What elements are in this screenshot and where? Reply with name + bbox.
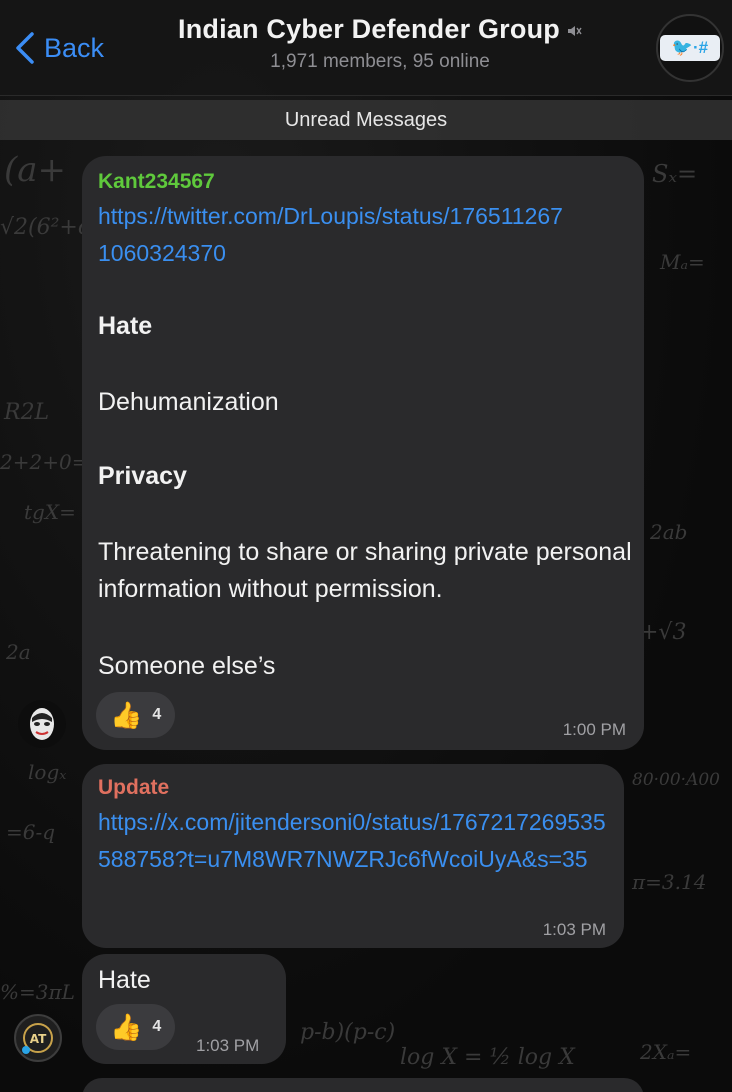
reaction-chip[interactable]: 👍 4 bbox=[96, 692, 176, 738]
wallpaper-doodle: R2L bbox=[4, 400, 50, 425]
member-count: 1,971 members, 95 online bbox=[270, 51, 490, 72]
back-button[interactable]: Back bbox=[14, 28, 104, 68]
wallpaper-doodle: 2a bbox=[6, 640, 31, 664]
wallpaper-doodle: log X = ½ log X bbox=[400, 1045, 575, 1070]
reaction-count: 4 bbox=[152, 1018, 162, 1035]
group-avatar-logo: 🐦·# bbox=[660, 35, 720, 61]
chat-info[interactable]: Indian Cyber Defender Group 1,971 member… bbox=[160, 14, 600, 73]
back-label: Back bbox=[44, 32, 105, 63]
wallpaper-doodle: π=3.14 bbox=[632, 870, 707, 894]
wallpaper-doodle: √2(6²+c bbox=[0, 215, 91, 240]
masked-face-icon bbox=[30, 708, 54, 740]
message-sender[interactable]: Kant234567 bbox=[98, 170, 215, 194]
message-text: Someone else’s bbox=[98, 652, 276, 680]
muted-speaker-icon bbox=[567, 25, 582, 36]
sender-avatar[interactable]: AT bbox=[14, 1014, 62, 1062]
wallpaper-doodle: +√3 bbox=[640, 620, 687, 645]
wallpaper-doodle: 2+2+0= bbox=[0, 450, 89, 474]
message-bubble[interactable]: Kant234567 https://twitter.com/DrLoupis/… bbox=[82, 156, 644, 750]
message-time: 1:03 PM bbox=[196, 1036, 260, 1055]
wallpaper-doodle: 2ab bbox=[650, 520, 688, 544]
chat-title: Indian Cyber Defender Group bbox=[178, 14, 560, 44]
message-bubble-partial[interactable] bbox=[82, 1078, 644, 1092]
chevron-left-icon bbox=[16, 32, 34, 64]
thumbs-up-icon: 👍 bbox=[110, 1012, 143, 1042]
wallpaper-doodle: 80·00·A00 bbox=[632, 770, 720, 790]
sender-avatar[interactable] bbox=[18, 700, 66, 748]
wallpaper-doodle: Sₓ= bbox=[652, 160, 698, 188]
message-sender[interactable]: Update bbox=[98, 776, 169, 800]
thumbs-up-icon: 👍 bbox=[110, 700, 143, 730]
wallpaper-doodle: =6-q bbox=[6, 820, 56, 844]
wallpaper-doodle: (a+ bbox=[4, 150, 67, 190]
wallpaper-doodle: %=3πL bbox=[0, 980, 75, 1004]
message-text: Threatening to share or sharing private … bbox=[98, 538, 632, 603]
message-time: 1:00 PM bbox=[562, 720, 626, 739]
chat-title-row: Indian Cyber Defender Group bbox=[178, 14, 582, 45]
message-bubble[interactable]: Update https://x.com/jitendersoni0/statu… bbox=[82, 764, 624, 948]
message-time: 1:03 PM bbox=[542, 920, 606, 939]
message-text: Privacy bbox=[98, 462, 187, 490]
reaction-chip[interactable]: 👍 4 bbox=[96, 1004, 176, 1050]
unread-messages-banner: Unread Messages bbox=[0, 100, 732, 140]
message-text: Hate bbox=[98, 312, 153, 340]
wallpaper-doodle: p-b)(p-c) bbox=[300, 1020, 396, 1045]
wallpaper-doodle: 2Xₐ= bbox=[640, 1040, 692, 1064]
reaction-count: 4 bbox=[152, 706, 162, 723]
group-avatar[interactable]: 🐦·# bbox=[656, 14, 724, 82]
svg-text:AT: AT bbox=[30, 1032, 47, 1046]
chat-header: Back Indian Cyber Defender Group 1,971 m… bbox=[0, 0, 732, 96]
message-text: Hate bbox=[98, 966, 151, 994]
message-bubble[interactable]: Hate 👍 4 1:03 PM bbox=[82, 954, 286, 1064]
wallpaper-doodle: Mₐ= bbox=[660, 250, 705, 274]
wallpaper-doodle: tgX= bbox=[24, 500, 76, 524]
team-logo-icon: AT bbox=[22, 1023, 53, 1054]
message-link[interactable]: https://twitter.com/DrLoupis/status/1765… bbox=[98, 198, 568, 272]
message-link[interactable]: https://x.com/jitendersoni0/status/17672… bbox=[98, 804, 613, 878]
message-text: Dehumanization bbox=[98, 388, 279, 416]
wallpaper-doodle: logₓ bbox=[28, 760, 67, 784]
